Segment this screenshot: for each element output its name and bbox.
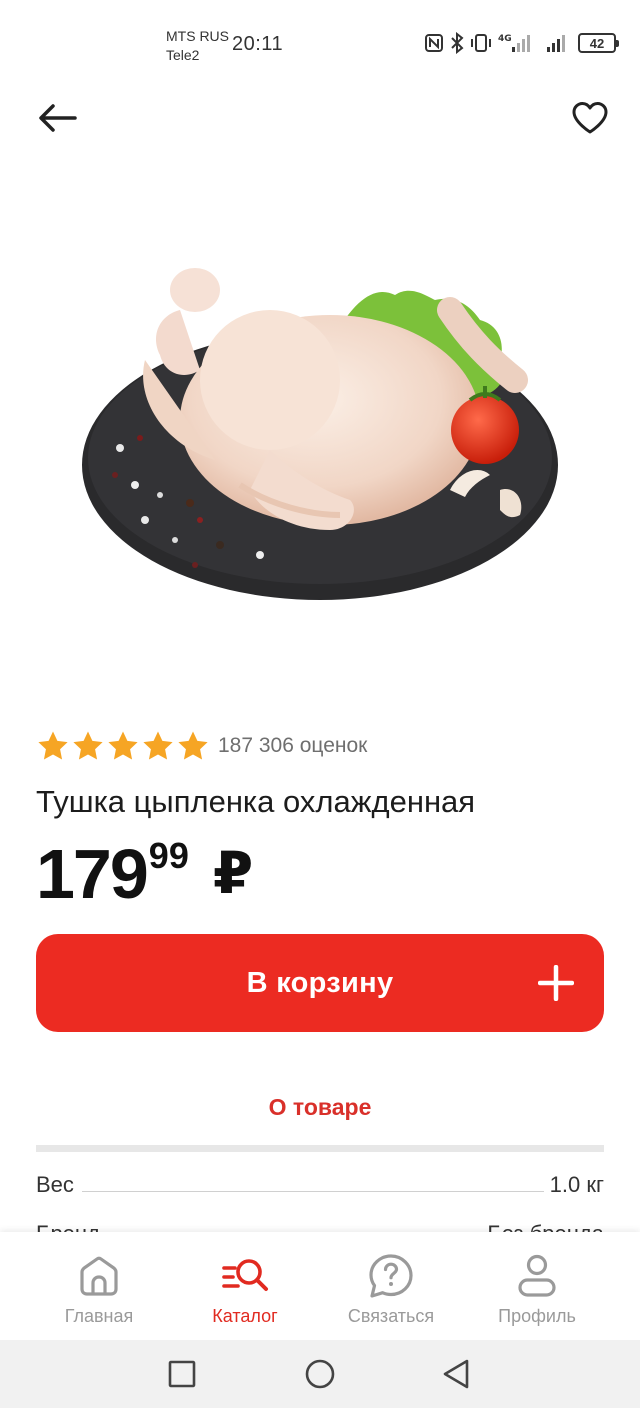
- product-price: 179 99 ₽: [36, 832, 253, 916]
- network-type: 4G: [498, 34, 512, 44]
- star-icon: [108, 731, 138, 760]
- bottom-navigation: Главная Каталог Связаться Профиль: [0, 1232, 640, 1340]
- spec-name: Вес: [36, 1172, 74, 1197]
- tab-about-product[interactable]: О товаре: [0, 1094, 640, 1121]
- home-icon: [80, 1256, 118, 1296]
- price-integer: 179: [36, 835, 149, 913]
- rating-count: 187 306 оценок: [218, 734, 368, 757]
- star-icon: [178, 731, 208, 760]
- square-icon: [168, 1360, 196, 1388]
- spec-leader: [81, 1191, 544, 1192]
- spec-row: Вес 1.0 кг: [36, 1172, 604, 1198]
- recents-button[interactable]: [164, 1356, 200, 1392]
- product-image[interactable]: [70, 250, 570, 620]
- star-icon: [38, 731, 68, 760]
- nav-contact-label: Связаться: [347, 1306, 435, 1326]
- tab-underline: [36, 1145, 604, 1152]
- add-to-cart-label: В корзину: [246, 966, 394, 999]
- nav-home[interactable]: Главная: [26, 1232, 172, 1340]
- nav-contact[interactable]: Связаться: [318, 1232, 464, 1340]
- carrier-1: MTS RUS: [166, 28, 229, 44]
- status-bar: MTS RUS Tele2 20:11 4G 42: [0, 0, 640, 80]
- system-icons: 4G 42: [424, 32, 619, 54]
- carrier-names: MTS RUS Tele2: [166, 27, 229, 65]
- nav-home-label: Главная: [64, 1306, 134, 1326]
- price-currency: ₽: [212, 841, 254, 906]
- product-title: Тушка цыпленка охлажденная: [36, 784, 476, 819]
- signal-4g-icon: 4G: [498, 32, 532, 54]
- heart-icon: [572, 102, 608, 134]
- back-button[interactable]: [34, 98, 80, 138]
- system-navigation-bar: [0, 1340, 640, 1408]
- nfc-icon: [424, 33, 444, 53]
- rating-stars: [36, 729, 210, 763]
- arrow-left-icon: [39, 104, 77, 132]
- spec-value: 1.0 кг: [549, 1172, 604, 1197]
- triangle-back-icon: [443, 1359, 469, 1389]
- back-system-button[interactable]: [438, 1356, 474, 1392]
- battery-level: 42: [589, 35, 605, 51]
- battery-icon: 42: [578, 33, 619, 53]
- product-rating[interactable]: 187 306 оценок: [36, 728, 367, 764]
- nav-profile[interactable]: Профиль: [464, 1232, 610, 1340]
- price-fraction: 99: [148, 835, 189, 876]
- nav-catalog[interactable]: Каталог: [172, 1232, 318, 1340]
- circle-icon: [305, 1359, 335, 1389]
- plus-icon: [538, 965, 574, 1001]
- star-icon: [143, 731, 173, 760]
- catalog-search-icon: [222, 1259, 268, 1291]
- clock: 20:11: [232, 33, 284, 55]
- question-bubble-icon: [369, 1254, 413, 1298]
- nav-catalog-label: Каталог: [212, 1306, 278, 1326]
- home-system-button[interactable]: [302, 1356, 338, 1392]
- profile-icon: [518, 1254, 556, 1297]
- signal-icon: [546, 32, 568, 54]
- add-to-cart-button[interactable]: В корзину: [36, 934, 604, 1032]
- favorite-button[interactable]: [568, 96, 612, 140]
- vibrate-icon: [470, 32, 492, 54]
- nav-profile-label: Профиль: [498, 1306, 576, 1326]
- bluetooth-icon: [450, 32, 464, 54]
- carrier-2: Tele2: [166, 47, 200, 63]
- star-icon: [73, 731, 103, 760]
